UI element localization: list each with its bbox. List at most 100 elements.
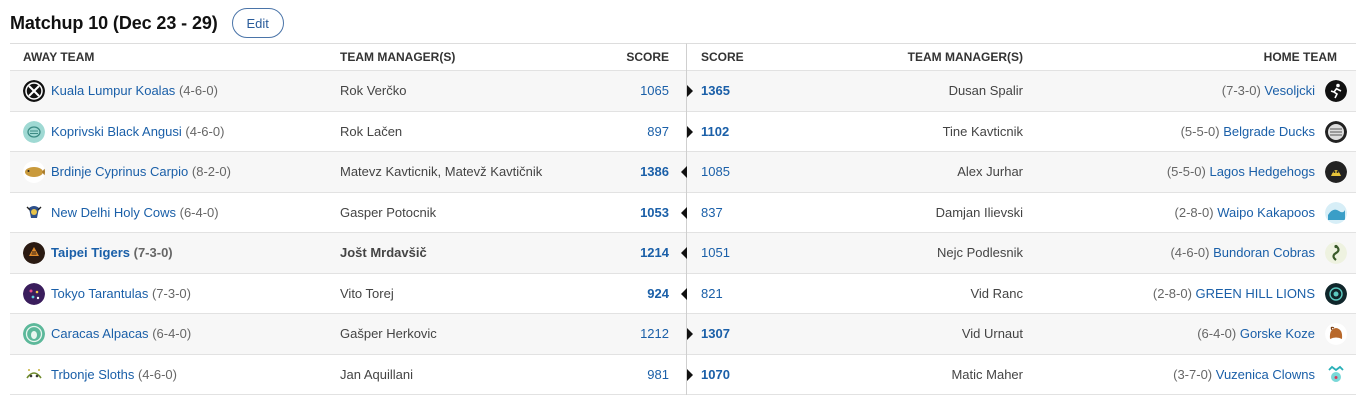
- away-row: Koprivski Black Angusi (4-6-0) Rok Lačen 8…: [10, 112, 686, 152]
- away-manager-column-header: TEAM MANAGER(S): [340, 50, 456, 64]
- home-team-name-link[interactable]: Gorske Koze: [1240, 326, 1315, 341]
- away-team-cell: Kuala Lumpur Koalas (4-6-0): [51, 71, 218, 111]
- away-score-link[interactable]: 1053: [640, 193, 669, 233]
- koala-logo-icon[interactable]: [23, 80, 45, 102]
- home-manager: Damjan Ilievski: [935, 204, 1023, 220]
- home-team-record: (3-7-0): [1173, 366, 1213, 382]
- away-manager: Jan Aquillani: [340, 366, 413, 382]
- away-team-name-link[interactable]: Brdinje Cyprinus Carpio: [51, 164, 188, 179]
- home-team-name-link[interactable]: GREEN HILL LIONS: [1196, 286, 1315, 301]
- away-row: Tokyo Tarantulas (7-3-0) Vito Torej 924: [10, 274, 687, 314]
- tarantula-logo-icon[interactable]: [23, 282, 45, 305]
- home-manager: Nejc Podlesnik: [937, 245, 1023, 260]
- away-team-cell: Trbonje Sloths (4-6-0): [51, 355, 177, 395]
- away-team-name-link[interactable]: Caracas Alpacas: [51, 326, 149, 341]
- lion-logo-icon[interactable]: [1325, 282, 1347, 305]
- away-manager: Jošt Mrdavšič: [340, 245, 427, 260]
- away-manager: Rok Verčko: [340, 83, 407, 98]
- away-team-column-header: AWAY TEAM: [23, 50, 95, 64]
- away-team-name-link[interactable]: Koprivski Black Angusi: [51, 124, 182, 139]
- away-team-cell: Brdinje Cyprinus Carpio (8-2-0): [51, 152, 231, 192]
- home-row: 1070 Matic Maher (3-7-0) Vuzenica Clowns: [687, 355, 1356, 395]
- home-score-link[interactable]: 1365: [701, 71, 730, 111]
- duck-logo-icon[interactable]: [1325, 120, 1347, 143]
- cobra-logo-icon[interactable]: [1325, 242, 1347, 264]
- home-header-row: SCORE TEAM MANAGER(S) HOME TEAM: [687, 44, 1356, 71]
- home-row: 821 Vid Ranc (2-8-0) GREEN HILL LIONS: [687, 274, 1356, 314]
- home-score-link[interactable]: 821: [701, 274, 723, 314]
- home-score-link[interactable]: 1102: [701, 112, 729, 152]
- home-table: SCORE TEAM MANAGER(S) HOME TEAM 1365 Dusa…: [686, 43, 1356, 395]
- home-score-link[interactable]: 1085: [701, 152, 730, 192]
- home-score-link[interactable]: 837: [701, 193, 723, 233]
- away-team-name-link[interactable]: Taipei Tigers: [51, 245, 130, 260]
- home-team-name-link[interactable]: Belgrade Ducks: [1223, 124, 1315, 139]
- away-team-name-link[interactable]: Trbonje Sloths: [51, 367, 134, 382]
- angus-logo-icon[interactable]: [23, 120, 45, 143]
- home-team-record: (7-3-0): [1221, 83, 1261, 98]
- home-team-name-link[interactable]: Vesoljcki: [1264, 83, 1315, 98]
- away-team-record: (4-6-0): [137, 366, 177, 382]
- home-row: 1051 Nejc Podlesnik (4-6-0) Bundoran Cobra…: [687, 233, 1356, 274]
- home-team-cell: (3-7-0) Vuzenica Clowns: [1173, 355, 1315, 395]
- home-team-cell: (2-8-0) Waipo Kakapoos: [1175, 193, 1315, 233]
- away-team-record: (7-3-0): [133, 245, 173, 260]
- page-title: Matchup 10 (Dec 23 - 29): [10, 12, 218, 33]
- home-manager: Tine Kavticnik: [942, 123, 1023, 139]
- edit-button[interactable]: Edit: [231, 8, 284, 38]
- away-manager: Matevz Kavticnik, Matevž Kavtičnik: [340, 164, 543, 179]
- home-team-cell: (7-3-0) Vesoljcki: [1222, 71, 1315, 111]
- home-score-link[interactable]: 1070: [701, 355, 730, 395]
- winner-arrow-icon: [687, 85, 693, 97]
- away-team-record: (6-4-0): [152, 326, 192, 341]
- cow-logo-icon[interactable]: [23, 201, 45, 224]
- alpaca-logo-icon[interactable]: [23, 323, 45, 345]
- home-team-record: (5-5-0): [1180, 123, 1220, 139]
- away-table: AWAY TEAM TEAM MANAGER(S) SCORE Kuala Lu…: [10, 43, 687, 395]
- away-score-link[interactable]: 897: [647, 112, 669, 152]
- wave-logo-icon[interactable]: [1325, 201, 1347, 224]
- tiger-logo-icon[interactable]: [23, 242, 45, 264]
- away-team-name-link[interactable]: Kuala Lumpur Koalas: [51, 83, 175, 98]
- hedgehog-logo-icon[interactable]: [1325, 161, 1347, 183]
- winner-arrow-icon: [687, 125, 693, 138]
- away-score-link[interactable]: 1386: [640, 152, 669, 192]
- clown-logo-icon[interactable]: [1325, 363, 1347, 386]
- home-manager: Alex Jurhar: [957, 164, 1023, 179]
- home-manager: Dusan Spalir: [948, 83, 1023, 98]
- away-team-record: (7-3-0): [151, 285, 191, 301]
- winner-arrow-icon: [687, 368, 693, 381]
- home-team-cell: (6-4-0) Gorske Koze: [1197, 314, 1315, 354]
- home-team-record: (6-4-0): [1197, 326, 1237, 341]
- home-team-cell: (2-8-0) GREEN HILL LIONS: [1153, 274, 1315, 314]
- home-team-cell: (5-5-0) Belgrade Ducks: [1181, 112, 1315, 152]
- away-score-link[interactable]: 1214: [640, 233, 669, 273]
- away-team-cell: Taipei Tigers (7-3-0): [51, 233, 173, 273]
- away-team-name-link[interactable]: New Delhi Holy Cows: [51, 205, 176, 220]
- carp-logo-icon[interactable]: [23, 161, 45, 183]
- home-team-name-link[interactable]: Waipo Kakapoos: [1217, 205, 1315, 220]
- away-team-record: (6-4-0): [179, 204, 219, 220]
- away-row: Trbonje Sloths (4-6-0) Jan Aquillani 981: [10, 355, 686, 395]
- home-team-name-link[interactable]: Lagos Hedgehogs: [1209, 164, 1315, 179]
- home-team-column-header: HOME TEAM: [1263, 50, 1337, 64]
- away-score-link[interactable]: 924: [647, 274, 669, 314]
- home-team-name-link[interactable]: Bundoran Cobras: [1213, 245, 1315, 260]
- home-manager: Matic Maher: [951, 366, 1023, 382]
- away-score-link[interactable]: 1065: [640, 71, 669, 111]
- away-team-name-link[interactable]: Tokyo Tarantulas: [51, 286, 148, 301]
- goat-logo-icon[interactable]: [1325, 323, 1347, 345]
- running-figure-logo-icon[interactable]: [1325, 80, 1347, 102]
- away-score-link[interactable]: 1212: [640, 314, 669, 354]
- home-team-name-link[interactable]: Vuzenica Clowns: [1216, 367, 1315, 382]
- home-manager: Vid Urnaut: [961, 326, 1023, 341]
- home-score-link[interactable]: 1051: [701, 233, 730, 273]
- away-team-cell: New Delhi Holy Cows (6-4-0): [51, 193, 219, 233]
- away-score-link[interactable]: 981: [647, 355, 669, 395]
- away-manager: Gasper Potocnik: [340, 204, 437, 220]
- home-team-record: (5-5-0): [1166, 164, 1206, 179]
- sloth-logo-icon[interactable]: [23, 363, 45, 386]
- away-team-record: (8-2-0): [191, 164, 231, 179]
- home-score-link[interactable]: 1307: [701, 314, 730, 354]
- away-manager: Rok Lačen: [340, 123, 403, 139]
